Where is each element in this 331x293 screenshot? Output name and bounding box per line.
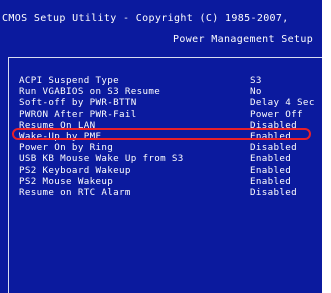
setting-name: PWRON After PWR-Fail (19, 108, 137, 120)
highlight-ring (12, 128, 311, 140)
setting-name: Run VGABIOS on S3 Resume (19, 86, 161, 98)
setting-name: Soft-off by PWR-BTTN (19, 97, 137, 109)
setting-name: Power On by Ring (19, 142, 114, 154)
title-bar: CMOS Setup Utility - Copyright (C) 1985-… (0, 0, 322, 58)
setting-value[interactable]: Disabled (250, 187, 297, 198)
setting-value[interactable]: Enabled (250, 176, 291, 187)
copyright-title: CMOS Setup Utility - Copyright (C) 1985-… (2, 13, 289, 24)
bios-screen: CMOS Setup Utility - Copyright (C) 1985-… (0, 0, 322, 293)
page-title: Power Management Setup (173, 34, 314, 45)
setting-value[interactable]: Delay 4 Sec (250, 97, 315, 108)
setting-value[interactable]: Enabled (250, 165, 291, 176)
setting-name: Resume on RTC Alarm (19, 186, 131, 198)
setting-name: PS2 Mouse Wakeup (19, 175, 114, 187)
setting-value[interactable]: S3 (250, 75, 262, 86)
setting-value[interactable]: Power Off (250, 109, 303, 120)
setting-name: USB KB Mouse Wake Up from S3 (19, 153, 184, 165)
page-edge (322, 0, 331, 293)
setting-value[interactable]: No (250, 86, 262, 97)
setting-name: ACPI Suspend Type (19, 75, 119, 86)
setting-value[interactable]: Enabled (250, 153, 291, 164)
setting-value[interactable]: Disabled (250, 142, 297, 153)
setting-name: PS2 Keyboard Wakeup (19, 164, 131, 176)
